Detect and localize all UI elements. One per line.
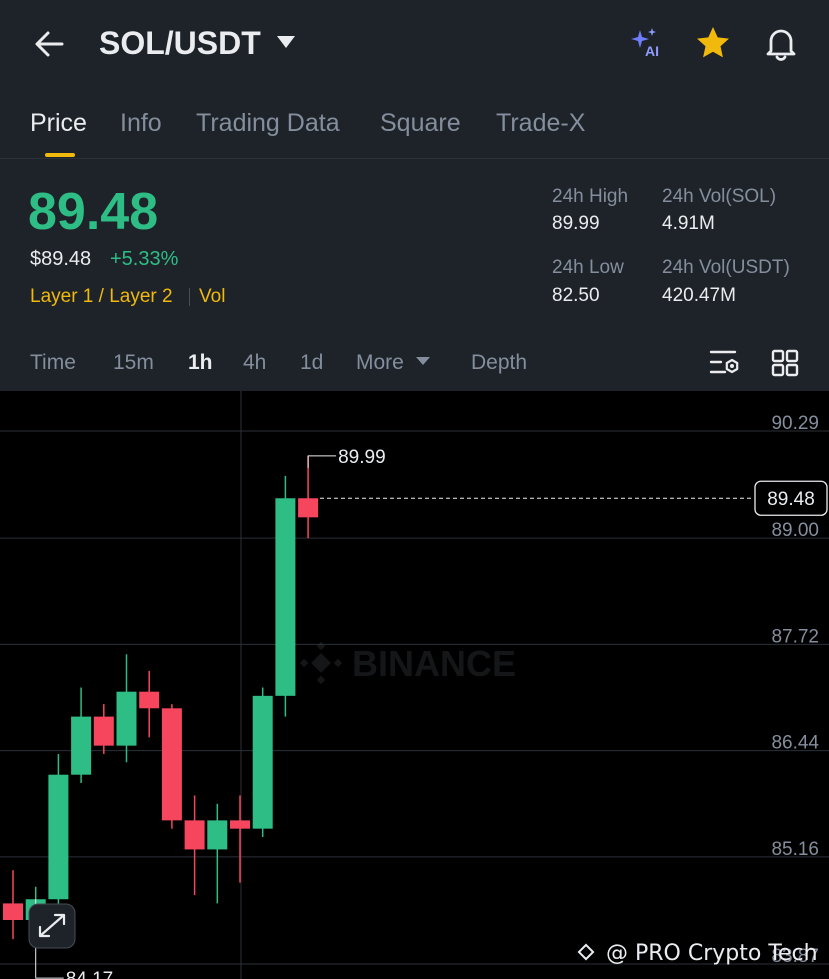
- tag-separator: [189, 288, 190, 306]
- candle-body: [207, 820, 228, 850]
- candle-body: [71, 716, 92, 775]
- price-change-percent: +5.33%: [110, 248, 179, 270]
- interval-4h[interactable]: 4h: [243, 349, 266, 377]
- vol-base-label: 24h Vol(SOL): [662, 186, 777, 207]
- y-axis-tick-label: 90.29: [771, 413, 819, 434]
- y-axis-tick-label: 87.72: [771, 626, 819, 647]
- credit-watermark: @ PRO Crypto Tech: [577, 941, 818, 966]
- ai-badge-text: AI: [645, 43, 659, 59]
- usd-price: $89.48: [30, 248, 92, 270]
- candle-body: [298, 498, 319, 518]
- candle-body: [93, 716, 114, 746]
- y-axis-tick-label: 85.16: [771, 839, 819, 860]
- high-marker-label: 89.99: [338, 447, 386, 468]
- candle-body: [3, 903, 23, 920]
- depth-tab[interactable]: Depth: [471, 349, 527, 377]
- high-marker-line: [307, 455, 337, 468]
- last-price: 89.48: [28, 183, 159, 241]
- candle-body: [275, 498, 296, 696]
- interval-1d[interactable]: 1d: [300, 349, 323, 377]
- back-arrow-icon[interactable]: [30, 24, 70, 64]
- candle-body: [230, 820, 250, 829]
- high-value: 89.99: [552, 213, 600, 234]
- watermark-text: BINANCE: [352, 643, 516, 684]
- tab-price[interactable]: Price: [30, 106, 87, 140]
- candle-body: [116, 691, 137, 746]
- active-tab-indicator: [45, 153, 75, 157]
- low-marker-label: 84.17: [66, 969, 114, 979]
- fullscreen-button[interactable]: [28, 903, 76, 949]
- interval-time[interactable]: Time: [30, 349, 76, 377]
- interval-more[interactable]: More: [356, 349, 404, 377]
- vol-quote-value: 420.47M: [662, 285, 736, 306]
- ai-assistant-icon[interactable]: AI: [630, 26, 666, 60]
- high-label: 24h High: [552, 186, 629, 207]
- y-axis-tick-label: 89.00: [771, 520, 819, 541]
- y-axis-tick-label: 86.44: [771, 733, 819, 754]
- vol-base-value: 4.91M: [662, 213, 715, 234]
- last-price-axis-label: 89.48: [767, 489, 815, 510]
- tab-trade-x[interactable]: Trade-X: [496, 106, 585, 140]
- interval-1h[interactable]: 1h: [188, 349, 213, 377]
- favorite-star-icon[interactable]: [694, 24, 732, 62]
- pair-dropdown-caret-icon[interactable]: [277, 36, 295, 50]
- tab-square[interactable]: Square: [380, 106, 461, 140]
- category-tag-layer[interactable]: Layer 1 / Layer 2: [30, 285, 173, 309]
- binance-watermark: BINANCE: [299, 641, 516, 685]
- candle-body: [139, 691, 160, 709]
- chart-settings-icon[interactable]: [708, 347, 742, 377]
- tab-trading-data[interactable]: Trading Data: [196, 106, 340, 140]
- candle-body: [161, 708, 182, 821]
- candlestick-chart[interactable]: BINANCE 90.29 89.00 87.72 86.44 85.16 83.87 8…: [0, 391, 829, 979]
- layout-grid-icon[interactable]: [770, 348, 800, 378]
- bell-icon[interactable]: [762, 24, 800, 62]
- candle-body: [184, 820, 205, 850]
- candle-body: [48, 774, 69, 900]
- pair-title[interactable]: SOL/USDT: [99, 22, 261, 64]
- more-caret-icon[interactable]: [416, 357, 430, 367]
- tab-info[interactable]: Info: [120, 106, 162, 140]
- candle-body: [252, 695, 273, 829]
- vol-quote-label: 24h Vol(USDT): [662, 257, 790, 278]
- tabs-divider: [0, 158, 829, 159]
- low-value: 82.50: [552, 285, 600, 306]
- low-label: 24h Low: [552, 257, 624, 278]
- interval-15m[interactable]: 15m: [113, 349, 154, 377]
- credit-text: @ PRO Crypto Tech: [606, 941, 818, 966]
- category-tag-vol[interactable]: Vol: [199, 285, 225, 309]
